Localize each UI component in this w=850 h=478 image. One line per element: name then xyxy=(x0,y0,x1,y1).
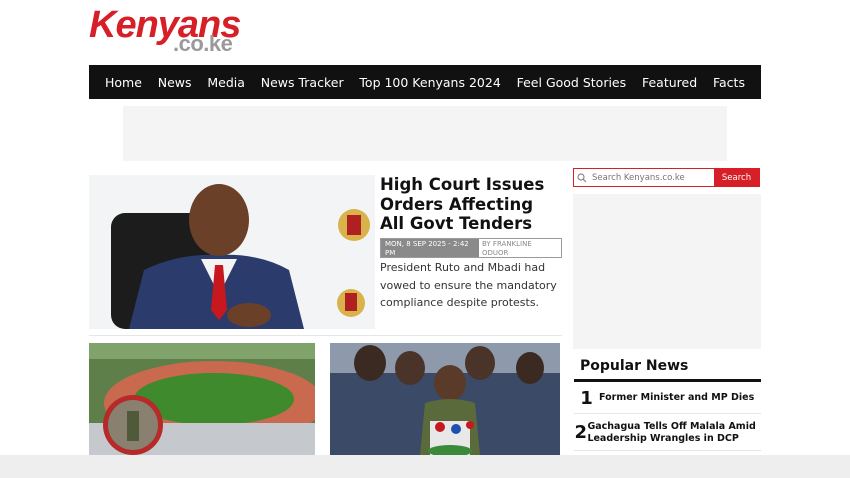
main-nav: Home News Media News Tracker Top 100 Ken… xyxy=(89,65,761,99)
list-item[interactable]: 2 Gachagua Tells Off Malala Amid Leaders… xyxy=(574,415,761,451)
lead-story-image[interactable] xyxy=(89,175,375,329)
list-item[interactable]: 1 Former Minister and MP Dies xyxy=(574,383,761,414)
nav-item-featured[interactable]: Featured xyxy=(642,75,697,90)
site-logo[interactable]: Kenyans .co.ke xyxy=(89,6,249,56)
section-divider xyxy=(89,335,562,336)
page: Kenyans .co.ke Home News Media News Trac… xyxy=(0,0,850,478)
popular-rank: 1 xyxy=(580,387,593,409)
top-ad-slot xyxy=(123,106,727,161)
popular-news-rule xyxy=(574,379,761,382)
story-card-image-press[interactable] xyxy=(330,343,560,455)
nav-item-top-100[interactable]: Top 100 Kenyans 2024 xyxy=(359,75,500,90)
nav-item-facts[interactable]: Facts xyxy=(713,75,745,90)
lead-story-author[interactable]: BY FRANKLINE ODUOR xyxy=(479,239,561,257)
lead-story-meta: MON, 8 SEP 2025 - 2:42 PM BY FRANKLINE O… xyxy=(380,238,562,258)
popular-headline: Former Minister and MP Dies xyxy=(599,392,755,403)
search-box: Search xyxy=(573,168,760,187)
popular-headline: Gachagua Tells Off Malala Amid Leadershi… xyxy=(587,420,756,444)
search-icon xyxy=(574,169,590,186)
story-card-image-stadium[interactable] xyxy=(89,343,315,455)
popular-rank: 2 xyxy=(574,422,587,443)
nav-item-media[interactable]: Media xyxy=(207,75,245,90)
search-button[interactable]: Search xyxy=(714,169,759,186)
nav-item-news-tracker[interactable]: News Tracker xyxy=(261,75,344,90)
nav-item-news[interactable]: News xyxy=(158,75,192,90)
popular-news-heading: Popular News xyxy=(580,358,689,374)
lead-story-title[interactable]: High Court Issues Orders Affecting All G… xyxy=(380,175,562,234)
bottom-bar xyxy=(0,455,850,478)
lead-story-date: MON, 8 SEP 2025 - 2:42 PM xyxy=(381,239,479,257)
lead-story-summary: President Ruto and Mbadi had vowed to en… xyxy=(380,261,557,309)
logo-tld: .co.ke xyxy=(173,31,233,56)
nav-item-feel-good[interactable]: Feel Good Stories xyxy=(517,75,627,90)
search-input[interactable] xyxy=(590,169,714,186)
nav-item-home[interactable]: Home xyxy=(105,75,142,90)
sidebar-ad-slot xyxy=(573,194,761,349)
